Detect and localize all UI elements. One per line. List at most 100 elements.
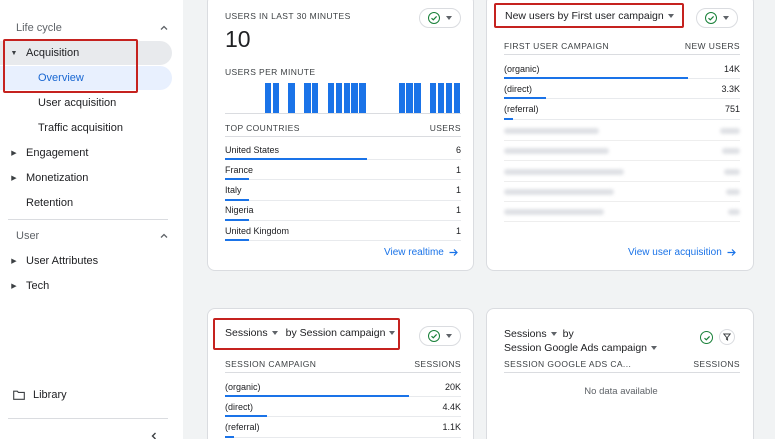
sessions-card: Sessions by Session campaign SESSION CAM… [207, 308, 474, 439]
lifecycle-header-label: Life cycle [16, 22, 62, 34]
sidebar-item-traffic-acquisition[interactable]: Traffic acquisition [0, 116, 172, 140]
google-ads-by-label: by [562, 328, 574, 340]
redacted-text [504, 188, 614, 195]
google-ads-metric-label: Sessions [504, 328, 547, 340]
table-row[interactable]: (referral) 1.1K [225, 418, 461, 438]
table-row[interactable]: Nigeria 1 [225, 201, 461, 221]
caret-right-icon: ▶ [11, 150, 17, 157]
check-circle-icon [428, 12, 440, 24]
minute-bar [453, 83, 460, 113]
compare-button[interactable] [419, 8, 461, 28]
google-ads-title[interactable]: Sessions by Session Google Ads campaign [504, 327, 658, 355]
check-circle-icon [428, 330, 440, 342]
sidebar-item-retention[interactable]: Retention [0, 191, 172, 215]
table-row[interactable]: France 1 [225, 160, 461, 181]
sidebar-item-user-acquisition[interactable]: User acquisition [0, 91, 172, 115]
row-label: (direct) [504, 83, 533, 94]
arrow-right-icon [449, 248, 458, 257]
minute-bar [335, 83, 342, 113]
table-row[interactable]: (direct) 4.4K [225, 397, 461, 418]
table-row[interactable]: (direct) 3.3K [504, 79, 740, 100]
table-row[interactable]: United Kingdom 1 [225, 221, 461, 242]
new-users-card: New users by First user campaign FIRST U… [486, 0, 754, 271]
row-value: 1 [455, 164, 461, 175]
view-realtime-link[interactable]: View realtime [384, 247, 458, 258]
redacted-row [504, 182, 740, 202]
minute-bar [264, 83, 272, 113]
per-minute-label: USERS PER MINUTE [225, 67, 316, 77]
collapse-sidebar-icon[interactable] [149, 428, 159, 439]
table-row[interactable]: (referral) 751 [504, 100, 740, 120]
lifecycle-section-header[interactable]: Life cycle [16, 18, 169, 38]
table-row[interactable]: Italy 1 [225, 181, 461, 201]
row-value: 14K [723, 63, 740, 74]
table-row[interactable]: United States 6 [225, 140, 461, 160]
user-section-header[interactable]: User [16, 226, 169, 246]
sidebar-item-label: Tech [26, 280, 50, 292]
row-label: United Kingdom [225, 225, 290, 236]
sidebar-item-monetization[interactable]: ▶ Monetization [0, 166, 172, 190]
row-label: (organic) [504, 63, 540, 74]
caret-right-icon: ▶ [11, 258, 17, 265]
folder-icon [13, 390, 25, 400]
col-first-user-campaign: FIRST USER CAMPAIGN [504, 41, 610, 51]
filter-icon[interactable] [719, 329, 735, 345]
row-bar [225, 239, 249, 242]
view-user-acquisition-link[interactable]: View user acquisition [628, 247, 736, 258]
col-sessions: SESSIONS [693, 359, 740, 369]
row-label: (referral) [225, 422, 260, 433]
row-value: 4.4K [442, 401, 461, 412]
compare-button[interactable] [419, 326, 461, 346]
col-users: USERS [429, 123, 461, 133]
realtime-title: USERS IN LAST 30 MINUTES [225, 11, 351, 21]
sidebar-item-library[interactable]: Library [0, 383, 172, 407]
sidebar-item-label: Traffic acquisition [38, 122, 123, 134]
redacted-value [728, 209, 740, 216]
redacted-row [504, 202, 740, 223]
col-top-countries: TOP COUNTRIES [225, 123, 300, 133]
chevron-up-icon[interactable] [159, 231, 169, 241]
row-label: United States [225, 144, 280, 155]
sidebar-item-label: Monetization [26, 172, 89, 184]
dropdown-arrow-icon [723, 16, 729, 20]
arrow-right-icon [727, 248, 736, 257]
minute-bar [343, 83, 350, 113]
row-value: 6 [455, 144, 461, 155]
minute-bar [327, 83, 335, 113]
redacted-value [724, 168, 740, 175]
redacted-row [504, 121, 740, 141]
dropdown-arrow-icon [446, 334, 452, 338]
redacted-row [504, 162, 740, 182]
chevron-up-icon[interactable] [159, 23, 169, 33]
compare-button[interactable] [696, 8, 738, 28]
sidebar: Life cycle ▼ Acquisition Overview User a… [0, 0, 183, 439]
sidebar-item-label: Engagement [26, 147, 89, 159]
row-label: (referral) [504, 104, 539, 115]
sidebar-item-label: Retention [26, 197, 74, 209]
sidebar-item-user-attributes[interactable]: ▶ User Attributes [0, 249, 172, 273]
row-label: (organic) [225, 381, 261, 392]
minute-bar [398, 83, 405, 113]
dropdown-arrow-icon [446, 16, 452, 20]
redacted-text [504, 168, 624, 175]
minute-bar [312, 83, 319, 113]
row-label: (direct) [225, 401, 254, 412]
realtime-count: 10 [225, 26, 251, 52]
highlight-box [3, 39, 138, 93]
sidebar-item-tech[interactable]: ▶ Tech [0, 274, 172, 298]
google-ads-dimension-label: Session Google Ads campaign [504, 342, 648, 354]
minute-bar [406, 83, 413, 113]
check-circle-icon[interactable] [700, 331, 713, 344]
row-value: 3.3K [721, 83, 740, 94]
col-new-users: NEW USERS [684, 41, 740, 51]
minute-bar [437, 83, 445, 113]
col-session-campaign: SESSION CAMPAIGN [225, 359, 317, 369]
table-row[interactable]: (organic) 14K [504, 59, 740, 79]
minute-bar [359, 83, 366, 113]
table-row[interactable]: (organic) 20K [225, 377, 461, 397]
user-header-label: User [16, 230, 40, 242]
sidebar-item-label: Library [33, 389, 67, 401]
sidebar-item-engagement[interactable]: ▶ Engagement [0, 141, 172, 165]
dropdown-arrow-icon [550, 332, 557, 336]
caret-right-icon: ▶ [11, 283, 17, 290]
